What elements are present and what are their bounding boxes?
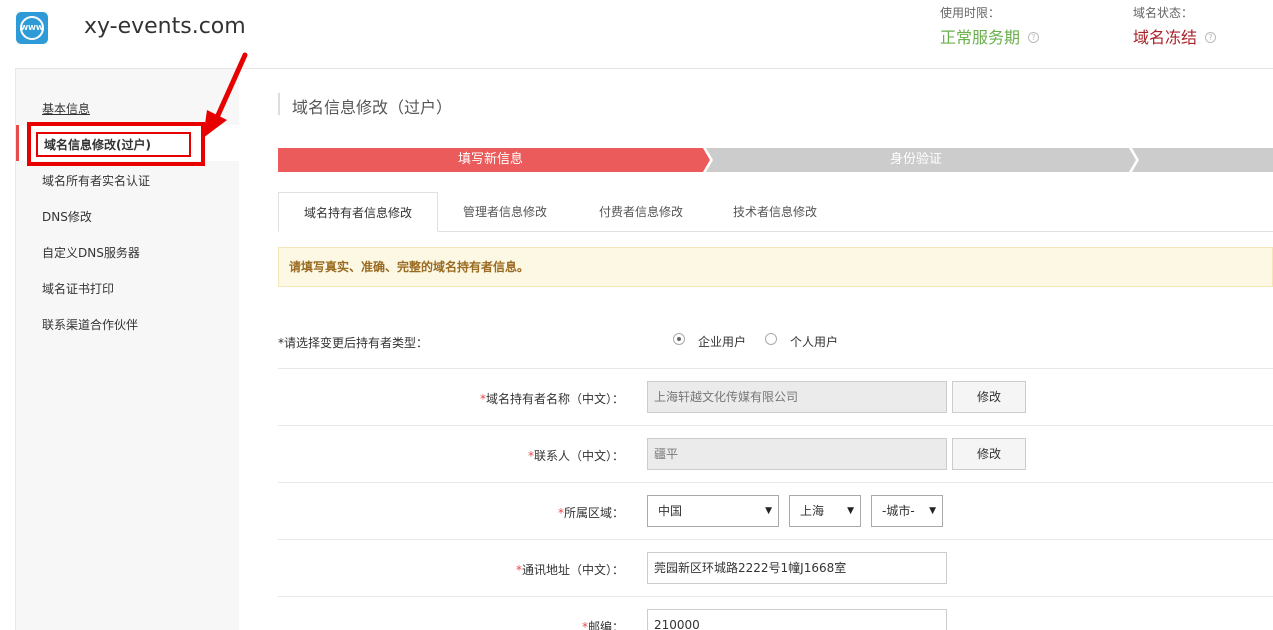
highlight-box-inner [36, 132, 191, 157]
zip-input[interactable]: 210000 [647, 609, 947, 630]
name-label: *域名持有者名称（中文）： [400, 390, 624, 407]
help-icon[interactable]: ? [1205, 32, 1217, 43]
site-name: xy-events.com [84, 14, 246, 39]
city-select[interactable]: -城市- ▼ [871, 495, 943, 527]
holder-name-input[interactable]: 上海轩越文化传媒有限公司 [647, 381, 947, 413]
usage-label: 使用时限： [940, 6, 1001, 20]
city-value: -城市- [882, 504, 915, 518]
tab-holder-info[interactable]: 域名持有者信息修改 [278, 192, 438, 232]
chevron-down-icon: ▼ [765, 506, 772, 516]
radio-enterprise-label[interactable]: 企业用户 [698, 333, 746, 350]
zip-label: *邮编： [400, 618, 624, 630]
contact-label: *联系人（中文）： [400, 447, 624, 464]
sidebar-item-dns[interactable]: DNS修改 [42, 208, 92, 225]
contact-label-text: 联系人（中文）： [533, 449, 624, 463]
country-value: 中国 [658, 504, 683, 518]
row-divider [278, 368, 1273, 369]
sidebar-item-realname[interactable]: 域名所有者实名认证 [42, 172, 150, 189]
status-value-text: 域名冻结 [1133, 28, 1198, 47]
page: WWW xy-events.com 使用时限： 正常服务期? 域名状态： 域名冻… [0, 0, 1273, 630]
sidebar-active-indicator [16, 125, 19, 161]
address-input[interactable]: 莞园新区环城路2222号1幢J1668室 [647, 552, 947, 584]
contact-input[interactable]: 疆平 [647, 438, 947, 470]
globe-icon: WWW [20, 16, 44, 40]
address-label-text: 通讯地址（中文）： [521, 563, 624, 577]
tab-tech-info[interactable]: 技术者信息修改 [720, 192, 830, 232]
sidebar-item-partner[interactable]: 联系渠道合作伙伴 [42, 316, 138, 333]
sidebar-item-basic-info[interactable]: 基本信息 [42, 100, 90, 117]
chevron-down-icon: ▼ [929, 506, 936, 516]
name-label-text: 域名持有者名称（中文）： [485, 392, 624, 406]
radio-personal-label[interactable]: 个人用户 [790, 333, 838, 350]
modify-contact-button[interactable]: 修改 [952, 438, 1026, 470]
type-label: *请选择变更后持有者类型： [278, 336, 429, 350]
country-select[interactable]: 中国 ▼ [647, 495, 779, 527]
title-bar [278, 93, 280, 115]
tab-admin-info[interactable]: 管理者信息修改 [450, 192, 560, 232]
usage-value: 正常服务期? [940, 24, 1040, 48]
zip-label-text: 邮编： [587, 620, 624, 630]
status-label: 域名状态： [1133, 6, 1194, 20]
page-title: 域名信息修改（过户） [292, 98, 453, 117]
radio-enterprise[interactable] [673, 333, 685, 345]
logo-icon: WWW [16, 12, 48, 44]
province-select[interactable]: 上海 ▼ [789, 495, 861, 527]
annotation-arrow-icon [203, 52, 248, 138]
tab-billing-info[interactable]: 付费者信息修改 [586, 192, 696, 232]
sidebar-item-custom-dns[interactable]: 自定义DNS服务器 [42, 244, 140, 261]
status-value: 域名冻结? [1133, 24, 1217, 48]
help-icon[interactable]: ? [1028, 32, 1040, 43]
region-label: *所属区域： [400, 504, 624, 521]
province-value: 上海 [800, 504, 825, 518]
modify-name-button[interactable]: 修改 [952, 381, 1026, 413]
sidebar-item-certificate[interactable]: 域名证书打印 [42, 280, 114, 297]
row-divider [278, 539, 1273, 540]
step-bar-inactive [1132, 148, 1273, 172]
region-label-text: 所属区域： [563, 506, 624, 520]
usage-value-text: 正常服务期 [940, 28, 1021, 47]
step-fill-info: 填写新信息 [457, 152, 523, 167]
chevron-down-icon: ▼ [847, 506, 854, 516]
notice-banner: 请填写真实、准确、完整的域名持有者信息。 [278, 247, 1273, 287]
step-identity: 身份验证 [889, 152, 942, 167]
address-label: *通讯地址（中文）： [400, 561, 624, 578]
radio-personal[interactable] [765, 333, 777, 345]
row-divider [278, 425, 1273, 426]
row-divider [278, 596, 1273, 597]
row-divider [278, 482, 1273, 483]
